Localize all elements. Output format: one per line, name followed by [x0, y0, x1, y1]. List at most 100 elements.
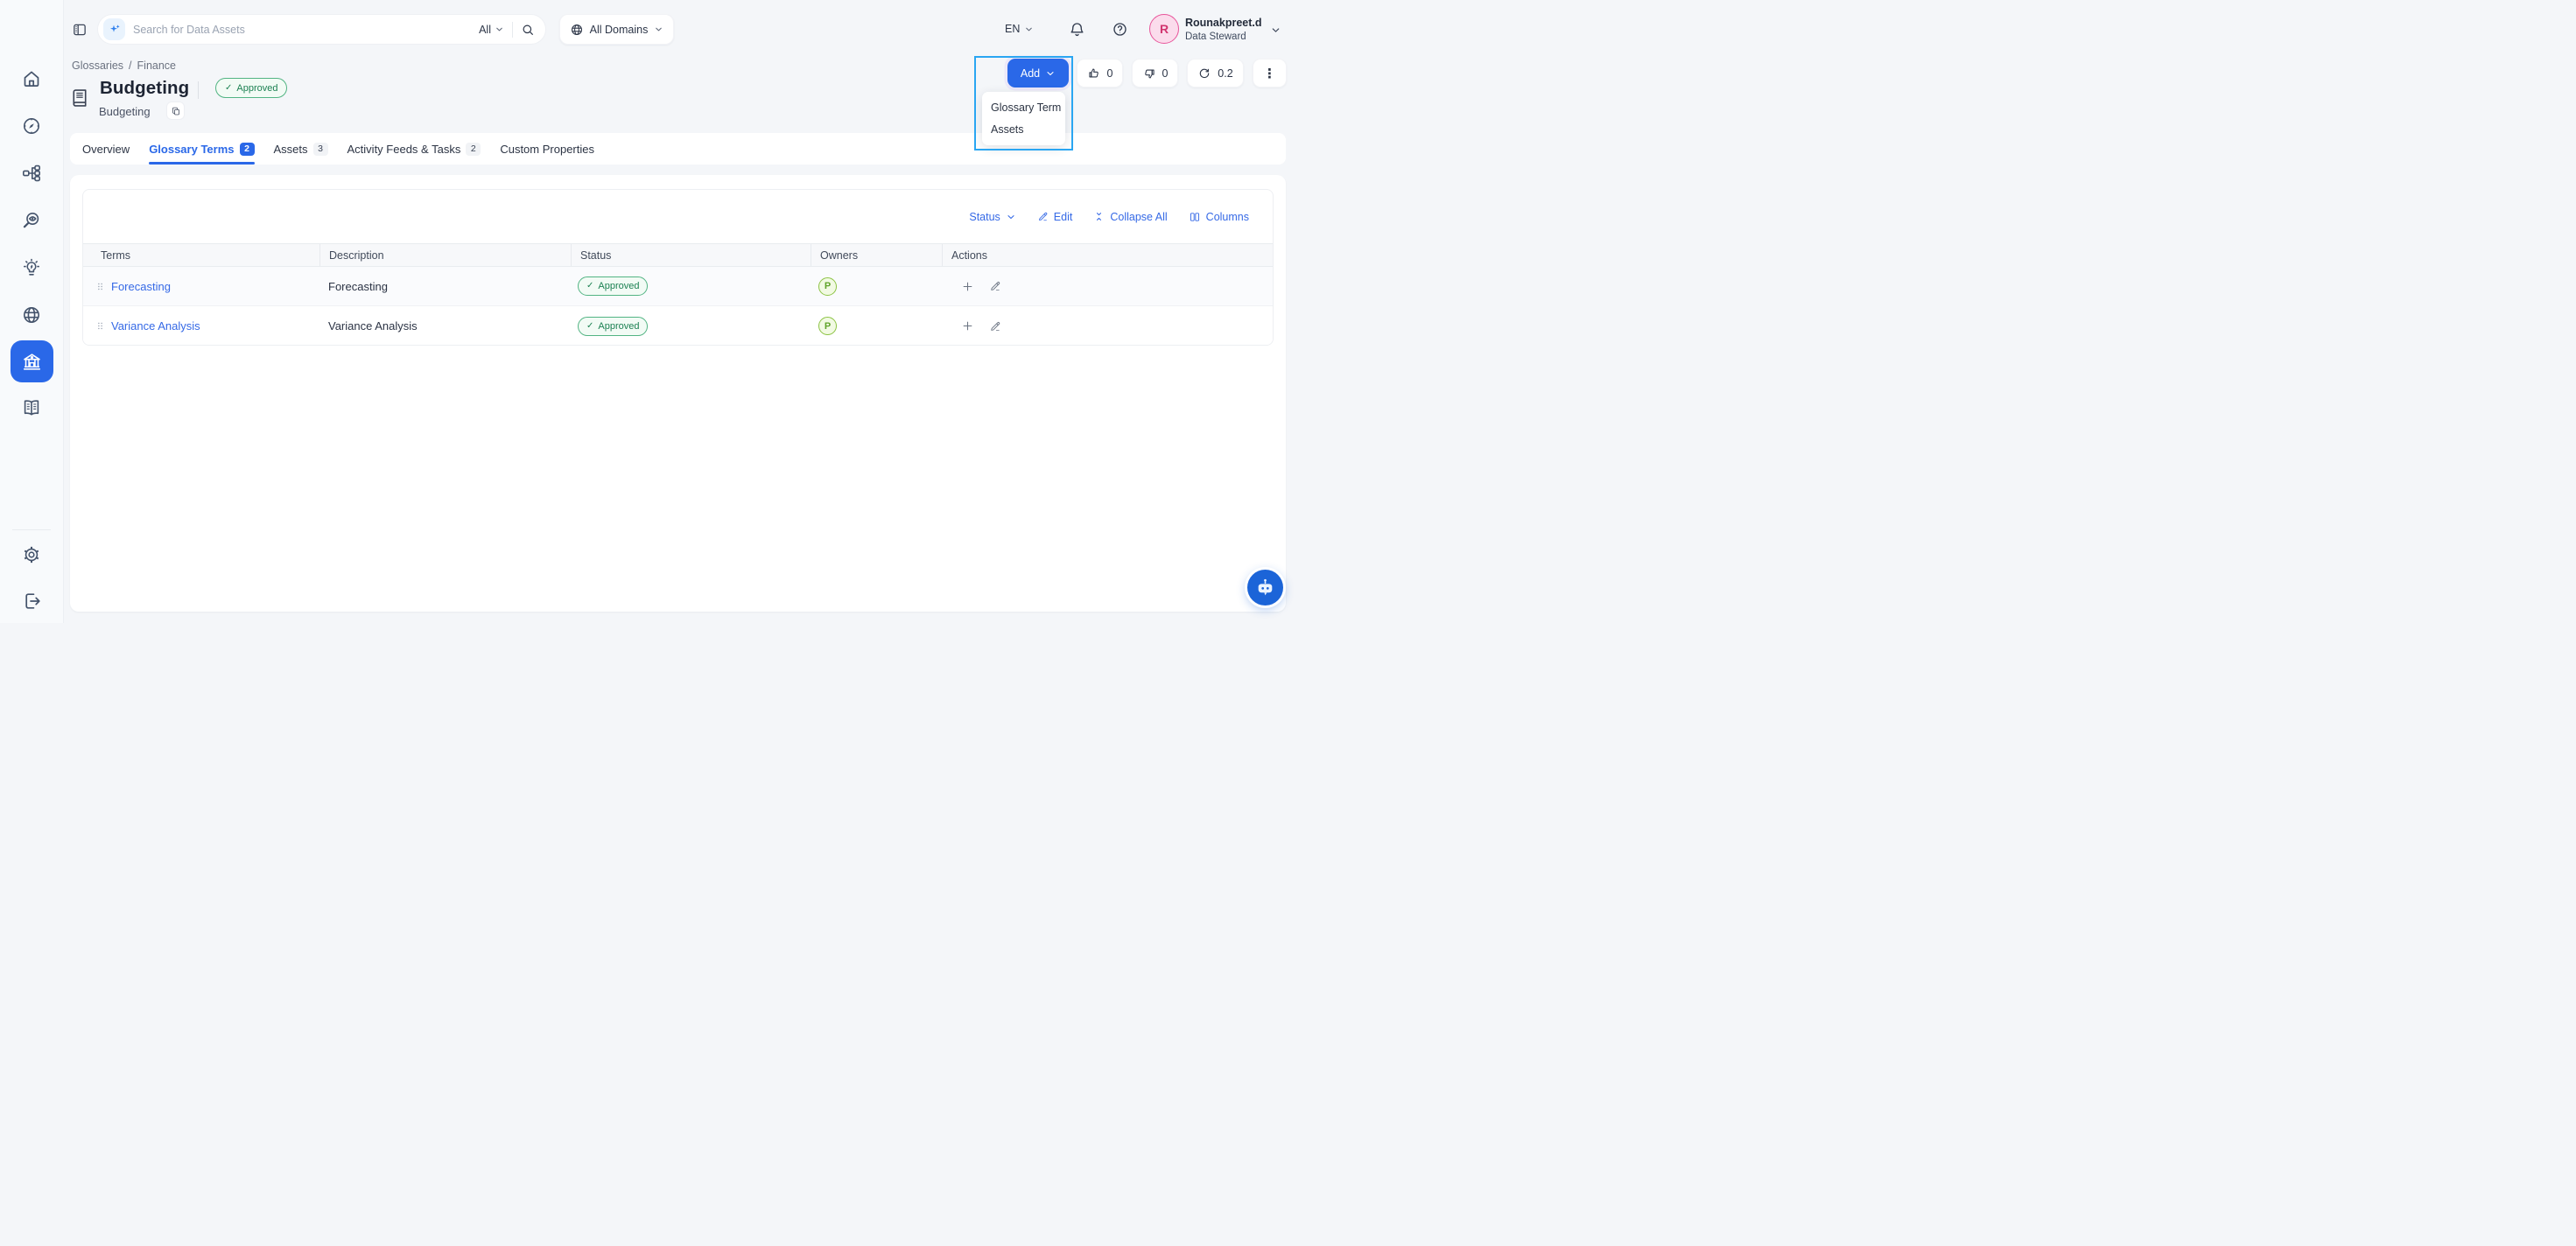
tab-label: Assets [274, 143, 308, 156]
downvote-count: 0 [1162, 67, 1169, 80]
status-badge: ✓ Approved [215, 78, 287, 98]
kebab-menu-icon: ⋮ [1263, 66, 1276, 81]
glossary-terms-table: Terms Description Status Owners Actions … [83, 243, 1273, 346]
upvote-button[interactable]: 0 [1077, 59, 1123, 88]
more-options-button[interactable]: ⋮ [1253, 59, 1287, 88]
columns-label: Columns [1206, 211, 1249, 223]
column-header-owners: Owners [811, 244, 942, 266]
menu-item-glossary-term[interactable]: Glossary Term [982, 96, 1065, 118]
status-badge: ✓ Approved [578, 276, 648, 296]
drag-handle-icon[interactable] [95, 320, 106, 332]
copy-button[interactable] [166, 102, 185, 120]
user-role: Data Steward [1185, 32, 1246, 42]
entity-fqn: Budgeting [99, 105, 151, 118]
search-divider [512, 22, 513, 38]
collapse-icon [1093, 211, 1105, 222]
help-icon[interactable] [1112, 21, 1128, 38]
drag-handle-icon[interactable] [95, 281, 106, 292]
knowledge-book-icon[interactable] [21, 397, 42, 418]
tab-label: Activity Feeds & Tasks [347, 143, 461, 156]
lineage-topology-icon[interactable] [21, 163, 42, 184]
status-badge: ✓ Approved [578, 317, 648, 336]
downvote-button[interactable]: 0 [1132, 59, 1178, 88]
domains-globe-icon[interactable] [21, 304, 42, 326]
domain-filter-label: All Domains [590, 24, 649, 36]
chevron-down-icon [1045, 68, 1056, 79]
column-header-status: Status [571, 244, 811, 266]
table-row: Variance Analysis Variance Analysis ✓ Ap… [83, 306, 1273, 346]
page-title: Budgeting [100, 78, 189, 99]
glossary-book-icon [68, 87, 91, 109]
tab-custom-properties[interactable]: Custom Properties [500, 133, 594, 164]
version-history-icon [1197, 66, 1211, 80]
explore-compass-icon[interactable] [21, 116, 42, 136]
observability-icon[interactable] [21, 210, 42, 231]
content-card: Status Edit Collapse All Columns Terms D… [70, 175, 1286, 612]
sidebar-toggle-icon[interactable] [72, 22, 88, 38]
status-label: Approved [598, 281, 639, 291]
owner-avatar[interactable]: P [818, 277, 837, 296]
add-button-label: Add [1021, 67, 1040, 80]
glossary-terms-panel: Status Edit Collapse All Columns Terms D… [82, 189, 1274, 346]
upvote-count: 0 [1107, 67, 1113, 80]
user-avatar[interactable]: R [1149, 14, 1179, 44]
tab-count-badge: 2 [240, 143, 255, 156]
tab-label: Custom Properties [500, 143, 594, 156]
logout-icon[interactable] [21, 591, 42, 612]
tab-bar: Overview Glossary Terms 2 Assets 3 Activ… [70, 133, 1286, 164]
governance-bank-icon [21, 351, 43, 373]
pencil-icon [1037, 211, 1049, 222]
language-select[interactable]: EN [1005, 18, 1034, 39]
sidebar-item-govern-active[interactable] [11, 340, 53, 382]
status-label: Approved [598, 321, 639, 332]
add-term-plus-icon[interactable] [961, 280, 974, 293]
search-input[interactable]: Search for Data Assets [133, 24, 471, 36]
column-header-actions: Actions [942, 244, 1273, 266]
ai-sparkle-icon[interactable] [103, 18, 125, 40]
tab-overview[interactable]: Overview [82, 133, 130, 164]
add-button[interactable]: Add [1007, 59, 1069, 88]
menu-item-assets[interactable]: Assets [982, 118, 1065, 140]
edit-term-pencil-icon[interactable] [989, 280, 1001, 292]
home-icon[interactable] [21, 68, 42, 89]
breadcrumb-finance[interactable]: Finance [137, 60, 176, 72]
version-number: 0.2 [1218, 67, 1232, 80]
breadcrumb-glossaries[interactable]: Glossaries [72, 60, 123, 72]
term-link[interactable]: Forecasting [111, 280, 171, 293]
breadcrumb: Glossaries / Finance [72, 60, 176, 72]
add-term-plus-icon[interactable] [961, 319, 974, 332]
status-filter-dropdown[interactable]: Status [969, 211, 1015, 223]
sidebar-divider [12, 529, 51, 530]
robot-icon [1254, 577, 1276, 598]
insights-bulb-icon[interactable] [21, 257, 42, 278]
column-header-description: Description [319, 244, 571, 266]
search-scope-select[interactable]: All [479, 24, 504, 36]
tab-assets[interactable]: Assets 3 [274, 133, 328, 164]
columns-button[interactable]: Columns [1189, 211, 1249, 223]
owner-avatar[interactable]: P [818, 317, 837, 335]
tab-glossary-terms[interactable]: Glossary Terms 2 [149, 133, 254, 164]
user-menu-chevron-icon[interactable] [1270, 24, 1281, 36]
search-scope-label: All [479, 24, 491, 36]
notifications-bell-icon[interactable] [1069, 21, 1085, 38]
chatbot-button[interactable] [1247, 570, 1283, 606]
tab-count-badge: 2 [466, 143, 481, 156]
check-icon: ✓ [586, 322, 593, 331]
version-button[interactable]: 0.2 [1187, 59, 1244, 88]
add-dropdown-menu: Glossary Term Assets [982, 92, 1065, 145]
edit-term-pencil-icon[interactable] [989, 320, 1001, 332]
search-icon[interactable] [521, 23, 535, 37]
global-search-bar[interactable]: Search for Data Assets All [97, 14, 546, 45]
settings-gear-icon[interactable] [21, 544, 42, 565]
breadcrumb-separator: / [129, 60, 131, 72]
status-badge-label: Approved [236, 83, 277, 94]
tab-activity-feeds[interactable]: Activity Feeds & Tasks 2 [347, 133, 481, 164]
column-header-terms: Terms [83, 244, 319, 266]
domain-filter-button[interactable]: All Domains [559, 14, 674, 45]
title-divider [198, 81, 199, 99]
edit-button[interactable]: Edit [1037, 211, 1073, 223]
chevron-down-icon [1024, 24, 1034, 34]
term-description: Variance Analysis [319, 306, 571, 346]
collapse-all-button[interactable]: Collapse All [1093, 211, 1167, 223]
term-link[interactable]: Variance Analysis [111, 319, 200, 332]
